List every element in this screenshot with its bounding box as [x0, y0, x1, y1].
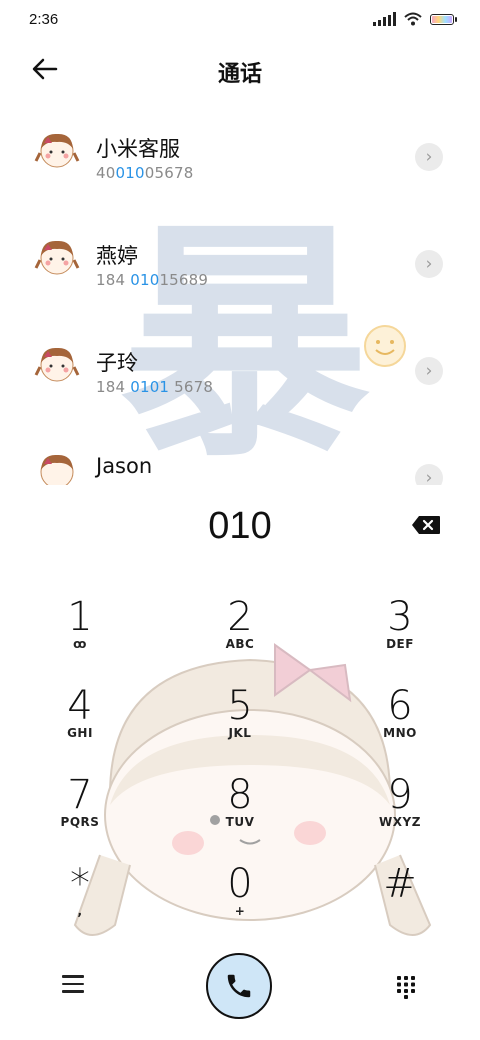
dialed-number[interactable]: 010 [0, 505, 480, 548]
key-digit: 8 [227, 772, 253, 818]
status-icons [373, 12, 457, 26]
bottom-action-bar [0, 945, 480, 1035]
key-8[interactable]: 8 TUV [180, 773, 300, 853]
key-digit: 7 [67, 772, 93, 818]
key-5[interactable]: 5 JKL [180, 684, 300, 764]
contact-number: 4001005678 [96, 164, 194, 182]
contact-name: 燕婷 [96, 244, 138, 268]
key-digit: 3 [387, 594, 413, 640]
call-button[interactable] [206, 953, 272, 1019]
key-letters: TUV [225, 815, 255, 829]
header: 通话 [0, 48, 480, 92]
key-digit: 6 [387, 683, 413, 729]
key-9[interactable]: 9 WXYZ [340, 773, 460, 853]
key-letters: MNO [383, 726, 417, 740]
key-digit: 2 [227, 594, 253, 640]
chevron-right-icon[interactable]: › [415, 143, 443, 171]
contact-name: 小米客服 [96, 137, 180, 161]
key-letters: + [234, 904, 246, 918]
key-7[interactable]: 7 PQRS [20, 773, 140, 853]
key-digit: 4 [67, 683, 93, 729]
chevron-right-icon[interactable]: › [415, 250, 443, 278]
avatar [34, 347, 80, 382]
key-digit: * [70, 861, 90, 907]
key-letters: PQRS [60, 815, 100, 829]
list-item[interactable]: 燕婷 184 01015689 › [0, 212, 480, 319]
chevron-right-icon[interactable]: › [415, 357, 443, 385]
status-bar: 2:36 [0, 0, 480, 40]
avatar [40, 454, 74, 485]
key-hash[interactable]: # [340, 862, 460, 942]
key-digit: # [383, 861, 417, 907]
contact-suggestion-list: 小米客服 4001005678 › 燕婷 184 01015689 › 子玲 1… [0, 105, 480, 485]
contact-name: Jason [96, 454, 153, 478]
contact-number: 184 0101 5678 [96, 378, 214, 396]
dial-input-row: 010 [0, 485, 480, 565]
phone-icon [227, 974, 251, 998]
key-1[interactable]: 1 ꝏ [20, 595, 140, 675]
key-0[interactable]: 0 + [180, 862, 300, 942]
avatar [34, 240, 80, 275]
key-letters: WXYZ [379, 815, 421, 829]
key-6[interactable]: 6 MNO [340, 684, 460, 764]
menu-icon[interactable] [62, 975, 84, 993]
key-digit: 5 [227, 683, 253, 729]
key-star[interactable]: * , [20, 862, 140, 942]
page-title: 通话 [217, 62, 262, 87]
backspace-icon[interactable] [411, 515, 441, 535]
status-time: 2:36 [29, 11, 59, 28]
key-4[interactable]: 4 GHI [20, 684, 140, 764]
contact-name: 子玲 [96, 351, 138, 375]
key-digit: 0 [227, 861, 253, 907]
wifi-icon [404, 12, 422, 26]
list-item[interactable]: Jason › [0, 426, 480, 485]
signal-icon [373, 12, 396, 26]
key-digit: 9 [387, 772, 413, 818]
battery-icon [430, 13, 457, 25]
key-2[interactable]: 2 ABC [180, 595, 300, 675]
voicemail-icon: ꝏ [73, 637, 87, 651]
key-letters: JKL [228, 726, 252, 740]
key-letters: , [77, 904, 83, 918]
key-letters: GHI [67, 726, 93, 740]
list-item[interactable]: 小米客服 4001005678 › [0, 105, 480, 212]
list-item[interactable]: 子玲 184 0101 5678 › [0, 319, 480, 426]
chevron-right-icon[interactable]: › [415, 464, 443, 485]
key-letters: ABC [225, 637, 255, 651]
key-letters: DEF [386, 637, 414, 651]
avatar [34, 133, 80, 168]
dialpad-icon[interactable] [396, 975, 416, 999]
contact-number: 184 01015689 [96, 271, 209, 289]
key-3[interactable]: 3 DEF [340, 595, 460, 675]
key-digit: 1 [67, 594, 93, 640]
